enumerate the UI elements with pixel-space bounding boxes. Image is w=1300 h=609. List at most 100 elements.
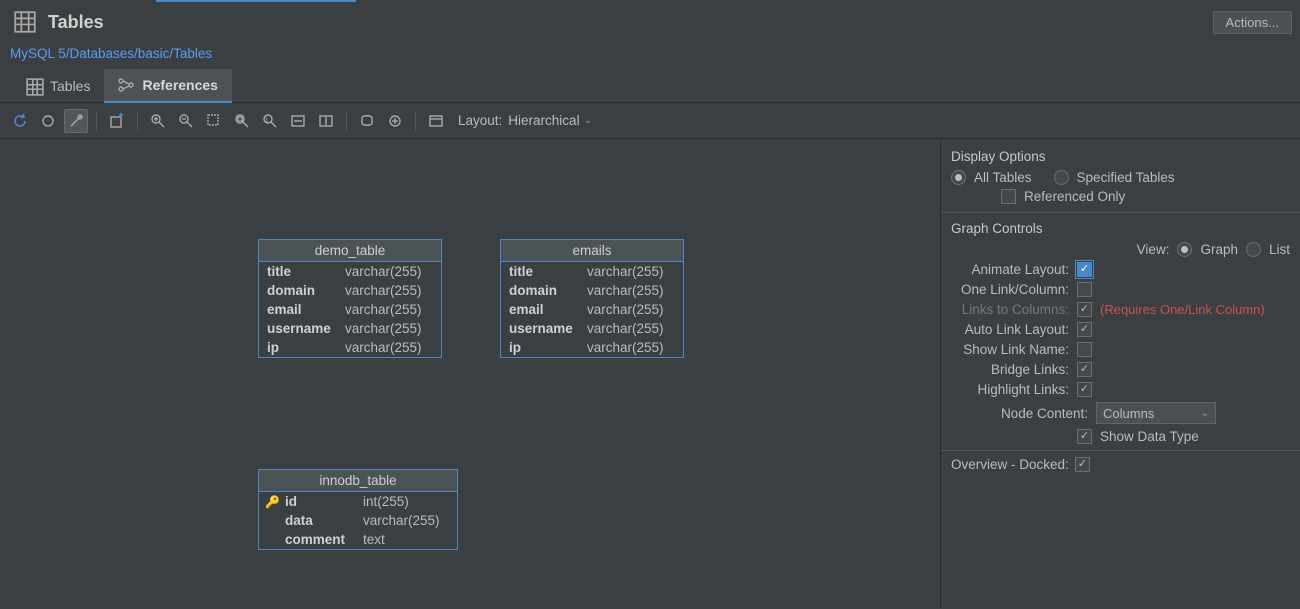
diagram-column-row: datavarchar(255) bbox=[259, 511, 457, 530]
chevron-down-icon: ⌄ bbox=[584, 115, 592, 126]
zoom-in-button[interactable] bbox=[146, 109, 170, 133]
tables-icon bbox=[14, 11, 36, 33]
actions-button[interactable]: Actions... bbox=[1213, 11, 1292, 34]
specified-tables-label: Specified Tables bbox=[1077, 170, 1175, 185]
bridge-links-checkbox[interactable] bbox=[1077, 362, 1092, 377]
all-tables-radio[interactable] bbox=[951, 170, 966, 185]
auto-link-layout-label: Auto Link Layout: bbox=[951, 322, 1069, 337]
zoom-reset-button[interactable]: 1 bbox=[258, 109, 282, 133]
animate-layout-label: Animate Layout: bbox=[951, 262, 1069, 277]
chevron-down-icon: ⌄ bbox=[1201, 408, 1209, 419]
column-type: int(255) bbox=[363, 494, 409, 509]
layout-value: Hierarchical bbox=[508, 113, 579, 128]
print-button[interactable] bbox=[383, 109, 407, 133]
diagram-canvas[interactable]: demo_tabletitlevarchar(255)domainvarchar… bbox=[0, 139, 940, 608]
toolbar-separator bbox=[415, 111, 416, 131]
toolbar-separator bbox=[137, 111, 138, 131]
column-name: username bbox=[267, 321, 339, 336]
diagram-table-header: innodb_table bbox=[259, 470, 457, 492]
auto-link-layout-checkbox[interactable] bbox=[1077, 322, 1092, 337]
diagram-table-innodb_table[interactable]: innodb_table 🔑 id int(255) datavarchar(255)c… bbox=[258, 469, 458, 550]
side-panel: Display Options All Tables Specified Tab… bbox=[940, 139, 1300, 608]
tables-icon bbox=[26, 78, 42, 94]
breadcrumb[interactable]: MySQL 5/Databases/basic/Tables bbox=[0, 42, 1300, 69]
show-data-type-checkbox[interactable] bbox=[1077, 429, 1092, 444]
links-to-columns-note: (Requires One/Link Column) bbox=[1100, 302, 1290, 317]
column-name: username bbox=[509, 321, 581, 336]
show-link-name-label: Show Link Name: bbox=[951, 342, 1069, 357]
specified-tables-radio[interactable] bbox=[1054, 170, 1069, 185]
fit-height-button[interactable] bbox=[314, 109, 338, 133]
layout-options-button[interactable] bbox=[424, 109, 448, 133]
tab-tables[interactable]: Tables bbox=[12, 69, 104, 103]
header-accent bbox=[156, 0, 356, 2]
display-options-title: Display Options bbox=[951, 149, 1290, 164]
node-content-select[interactable]: Columns ⌄ bbox=[1096, 402, 1216, 424]
zoom-fit-button[interactable] bbox=[230, 109, 254, 133]
fit-width-button[interactable] bbox=[286, 109, 310, 133]
tabs: Tables References bbox=[0, 69, 1300, 103]
referenced-only-label: Referenced Only bbox=[1024, 189, 1125, 204]
links-to-columns-checkbox bbox=[1077, 302, 1092, 317]
refresh-button[interactable] bbox=[8, 109, 32, 133]
toolbar: 1 Layout: Hierarchical ⌄ bbox=[0, 103, 1300, 139]
column-type: varchar(255) bbox=[345, 302, 422, 317]
diagram-table-emails[interactable]: emailstitlevarchar(255) domain varchar(255… bbox=[500, 239, 684, 358]
column-type: varchar(255) bbox=[363, 513, 440, 528]
bridge-links-label: Bridge Links: bbox=[951, 362, 1069, 377]
diagram-column-row: ip varchar(255) bbox=[259, 338, 441, 357]
diagram-column-row: usernamevarchar(255) bbox=[501, 319, 683, 338]
column-type: text bbox=[363, 532, 385, 547]
export-button[interactable] bbox=[355, 109, 379, 133]
animate-layout-checkbox[interactable] bbox=[1077, 262, 1092, 277]
highlight-links-label: Highlight Links: bbox=[951, 382, 1069, 397]
view-graph-label: Graph bbox=[1200, 242, 1238, 257]
diagram-table-demo_table[interactable]: demo_tabletitlevarchar(255)domainvarchar… bbox=[258, 239, 442, 358]
new-tab-button[interactable] bbox=[105, 109, 129, 133]
referenced-only-checkbox[interactable] bbox=[1001, 189, 1016, 204]
column-name: email bbox=[509, 302, 581, 317]
diagram-column-row: domainvarchar(255) bbox=[259, 281, 441, 300]
column-type: varchar(255) bbox=[345, 321, 422, 336]
diagram-column-row: ip varchar(255) bbox=[501, 338, 683, 357]
column-name: ip bbox=[509, 340, 581, 355]
show-link-name-checkbox[interactable] bbox=[1077, 342, 1092, 357]
layout-dropdown[interactable]: Hierarchical ⌄ bbox=[508, 113, 592, 128]
diagram-column-row: commenttext bbox=[259, 530, 457, 549]
column-type: varchar(255) bbox=[587, 340, 664, 355]
column-type: varchar(255) bbox=[587, 264, 664, 279]
column-name: title bbox=[267, 264, 339, 279]
column-name: ip bbox=[267, 340, 339, 355]
primary-key-icon: 🔑 bbox=[265, 495, 280, 509]
diagram-table-header: emails bbox=[501, 240, 683, 262]
column-type: varchar(255) bbox=[587, 283, 664, 298]
header: Tables Actions... bbox=[0, 0, 1300, 42]
diagram-column-row: email varchar(255) bbox=[259, 300, 441, 319]
view-graph-radio[interactable] bbox=[1177, 242, 1192, 257]
zoom-selection-button[interactable] bbox=[202, 109, 226, 133]
tools-button[interactable] bbox=[64, 109, 88, 133]
record-button[interactable] bbox=[36, 109, 60, 133]
one-link-column-checkbox[interactable] bbox=[1077, 282, 1092, 297]
view-list-radio[interactable] bbox=[1246, 242, 1261, 257]
show-data-type-label: Show Data Type bbox=[1100, 429, 1290, 444]
overview-docked-checkbox[interactable] bbox=[1075, 457, 1090, 472]
column-name: email bbox=[267, 302, 339, 317]
diagram-column-row: username varchar(255) bbox=[259, 319, 441, 338]
node-content-value: Columns bbox=[1103, 406, 1154, 421]
diagram-column-row: titlevarchar(255) bbox=[501, 262, 683, 281]
highlight-links-checkbox[interactable] bbox=[1077, 382, 1092, 397]
all-tables-label: All Tables bbox=[974, 170, 1032, 185]
zoom-out-button[interactable] bbox=[174, 109, 198, 133]
column-name: domain bbox=[509, 283, 581, 298]
diagram-column-row: 🔑 id int(255) bbox=[259, 492, 457, 511]
tab-label: Tables bbox=[50, 78, 90, 94]
column-type: varchar(255) bbox=[345, 340, 422, 355]
diagram-table-header: demo_table bbox=[259, 240, 441, 262]
diagram-column-row: title varchar(255) bbox=[259, 262, 441, 281]
page-title: Tables bbox=[48, 12, 104, 33]
column-type: varchar(255) bbox=[345, 264, 422, 279]
column-name: domain bbox=[267, 283, 339, 298]
tab-references[interactable]: References bbox=[104, 69, 232, 103]
column-name: id bbox=[285, 494, 357, 509]
